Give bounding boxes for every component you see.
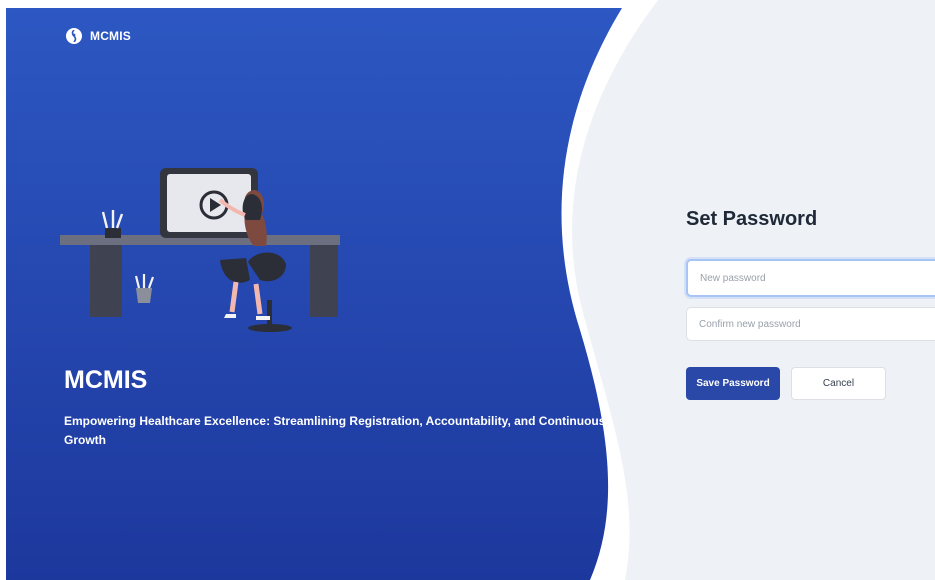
set-password-form: Set Password Save Password Cancel bbox=[686, 0, 935, 580]
cancel-button[interactable]: Cancel bbox=[791, 367, 886, 400]
hero-title: MCMIS bbox=[64, 366, 148, 394]
mcmis-logo-icon bbox=[66, 28, 82, 44]
save-password-button[interactable]: Save Password bbox=[686, 367, 780, 400]
woman-watching-video-illustration bbox=[60, 168, 340, 332]
hero-tagline: Empowering Healthcare Excellence: Stream… bbox=[64, 414, 606, 447]
brand-name: MCMIS bbox=[90, 29, 131, 43]
confirm-password-input[interactable] bbox=[686, 307, 935, 341]
new-password-input[interactable] bbox=[686, 259, 935, 297]
form-title: Set Password bbox=[686, 208, 818, 230]
brand: MCMIS bbox=[66, 28, 131, 44]
